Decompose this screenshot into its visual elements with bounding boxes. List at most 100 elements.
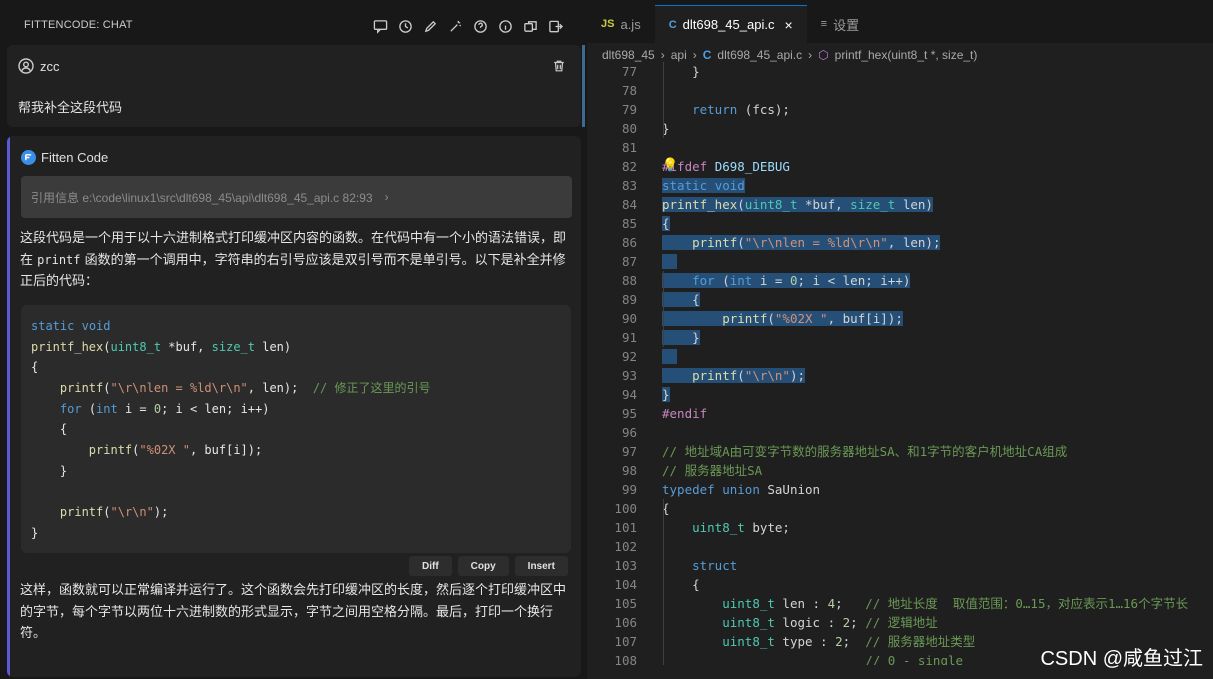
code-block: static void printf_hex(uint8_t *buf, size… (21, 305, 571, 553)
breadcrumb-file[interactable]: dlt698_45_api.c (717, 48, 802, 62)
indent-guide (663, 499, 664, 665)
indent-guide (663, 62, 664, 100)
code-line: typedef union SaUnion (662, 482, 821, 497)
line-number: 98 (621, 463, 637, 478)
line-number: 106 (614, 615, 637, 630)
line-number: 108 (614, 653, 637, 665)
line-number: 88 (621, 273, 637, 288)
info-icon[interactable] (497, 18, 514, 35)
history-icon[interactable] (397, 18, 414, 35)
code-line: } (662, 330, 700, 345)
outro-line-3: 符。 (20, 626, 47, 641)
chevron-right-icon: › (808, 48, 813, 62)
line-number: 86 (621, 235, 637, 250)
code-editor[interactable]: 77 } 78 79 return (fcs); 80} 81 82 #ifdef D698… (587, 62, 1213, 665)
edit-icon[interactable] (422, 18, 439, 35)
line-number: 94 (621, 387, 637, 402)
line-number: 91 (621, 330, 637, 345)
bot-message-card: Fitten Code 引用信息 e:\code\linux1\src\dlt6… (7, 136, 581, 677)
diff-button[interactable]: Diff (409, 556, 452, 576)
code-line: for (int i = 0; i < len; i++) (662, 271, 911, 290)
code-line: { (662, 292, 700, 307)
bot-accent-bar (7, 136, 10, 677)
copy-window-icon[interactable] (522, 18, 539, 35)
code-line: #ifdef D698_DEBUG (662, 159, 790, 174)
code-line: return (fcs); (692, 102, 790, 117)
tab-label: a.js (620, 16, 641, 32)
line-number: 79 (621, 102, 637, 117)
code-line: printf("\r\nlen = %ld\r\n", len); // 修正了… (59, 381, 431, 396)
line-number: 81 (621, 140, 637, 155)
close-icon[interactable]: × (784, 17, 792, 33)
line-number: 104 (614, 577, 637, 592)
breadcrumb-symbol[interactable]: printf_hex(uint8_t *, size_t) (835, 48, 978, 62)
user-message-text: 帮我补全这段代码 (18, 101, 123, 116)
code-line: #endif (662, 406, 708, 421)
code-line (662, 252, 678, 271)
magic-wand-icon[interactable] (447, 18, 464, 35)
editor-pane: JS a.js Cdlt698_45_api.c × ≡ 设置 dlt698_45 ›… (587, 5, 1213, 679)
bot-header: Fitten Code (21, 150, 108, 165)
chat-toolbar (372, 18, 564, 35)
tab-settings[interactable]: ≡ 设置 (807, 5, 873, 43)
line-number: 89 (621, 292, 637, 307)
code-line: { (662, 216, 670, 231)
lightbulb-icon[interactable]: 💡 (662, 158, 678, 173)
line-number: 77 (621, 64, 637, 79)
code-line: static void (662, 178, 745, 193)
code-line: { (31, 360, 39, 375)
line-number: 85 (621, 216, 637, 231)
line-number: 102 (614, 539, 637, 554)
code-line: printf_hex(uint8_t *buf, size_t len) (31, 339, 292, 354)
code-line: static void (31, 319, 111, 333)
code-line: printf("\r\n"); (662, 366, 806, 385)
code-line: // 服务器地址SA (662, 463, 763, 478)
line-number: 87 (621, 254, 637, 269)
line-number: 96 (621, 425, 637, 440)
code-line (662, 347, 678, 366)
line-number: 100 (614, 501, 637, 516)
code-line: } (31, 525, 39, 540)
line-number: 95 (621, 406, 637, 421)
tab-dlt698-api-c[interactable]: Cdlt698_45_api.c × (654, 5, 807, 43)
settings-file-icon: ≡ (820, 18, 828, 30)
reference-text: 引用信息 e:\code\linux1\src\dlt698_45\api\dl… (31, 190, 373, 205)
code-line: printf("\r\nlen = %ld\r\n", len); (662, 233, 941, 252)
intro-paragraph: 这段代码是一个用于以十六进制格式打印缓冲区内容的函数。在代码中有一个小的语法错误… (20, 228, 572, 293)
scroll-indicator[interactable] (582, 45, 585, 127)
code-line: { (31, 422, 68, 437)
reference-info[interactable]: 引用信息 e:\code\linux1\src\dlt698_45\api\dl… (21, 176, 572, 218)
c-file-icon: C (668, 18, 677, 31)
code-line: printf("%02X ", buf[i]); (662, 309, 903, 328)
export-icon[interactable] (547, 18, 564, 35)
tab-a-js[interactable]: JS a.js (587, 5, 655, 43)
outro-paragraph: 这样，函数就可以正常编译并运行了。这个函数会先打印缓冲区的长度，然后逐个打印缓冲… (20, 580, 572, 645)
line-number: 99 (621, 482, 637, 497)
help-icon[interactable] (472, 18, 489, 35)
new-chat-icon[interactable] (372, 18, 389, 35)
c-file-icon: C (702, 48, 712, 62)
line-number: 103 (614, 558, 637, 573)
code-line: printf("\r\n"); (59, 505, 169, 520)
intro-text-a: 在 (20, 252, 34, 268)
line-number: 84 (621, 197, 637, 212)
code-line: { (662, 577, 700, 592)
outro-line-1: 这样，函数就可以正常编译并运行了。这个函数会先打印缓冲区的长度，然后逐个打印缓冲… (20, 583, 567, 598)
breadcrumb-subfolder[interactable]: api (671, 48, 687, 62)
code-line: printf("%02X ", buf[i]); (88, 443, 263, 458)
chevron-right-icon: › (660, 48, 665, 62)
copy-button[interactable]: Copy (457, 556, 509, 576)
line-number: 78 (621, 83, 637, 98)
code-line: // 0 - single (865, 653, 964, 665)
code-line: for (int i = 0; i < len; i++) (59, 401, 270, 416)
breadcrumb-folder[interactable]: dlt698_45 (602, 48, 655, 62)
line-number: 80 (621, 121, 637, 136)
delete-icon[interactable] (552, 58, 566, 77)
line-number: 82 (621, 159, 637, 174)
insert-button[interactable]: Insert (514, 556, 568, 576)
user-name: zcc (40, 58, 60, 74)
line-number: 101 (614, 520, 637, 535)
intro-line-3: 正后的代码： (20, 274, 99, 289)
code-line: uint8_t logic : 2; // 逻辑地址 (722, 615, 938, 630)
